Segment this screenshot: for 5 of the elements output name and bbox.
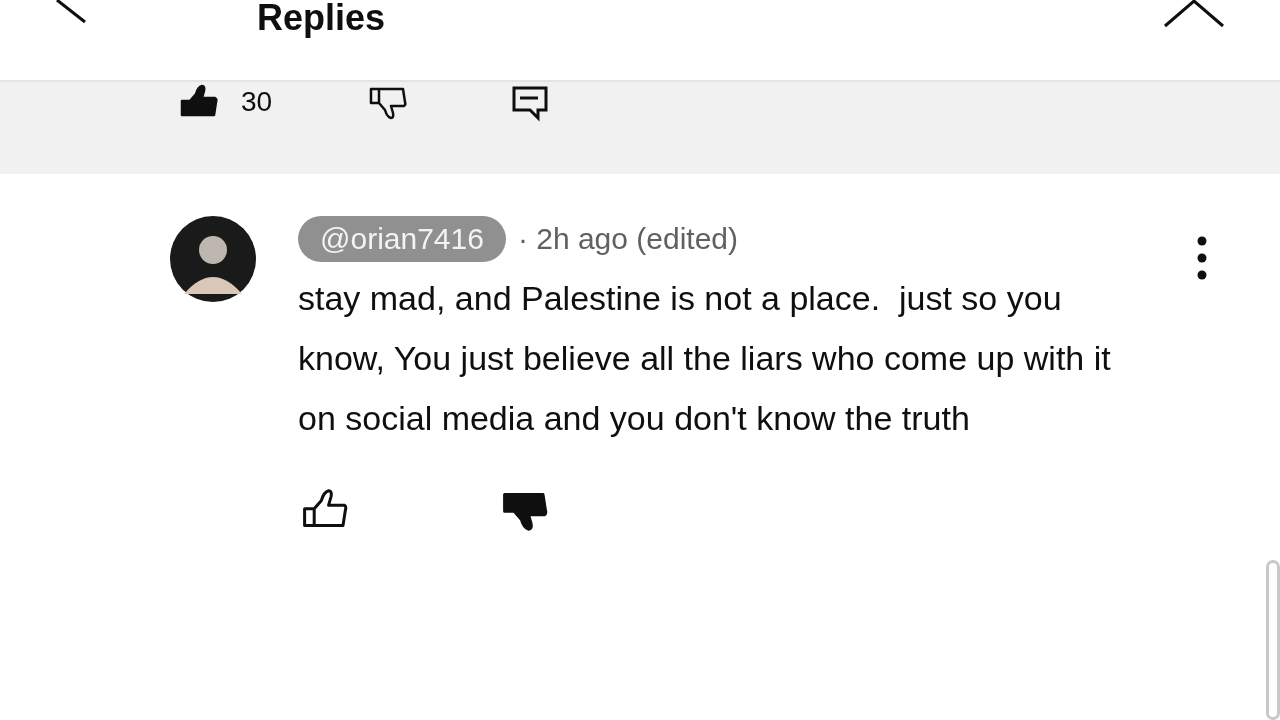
header-title: Replies <box>257 0 386 36</box>
comment-text: stay mad, and Palestine is not a place. just so you know, You just believe all the liars who come up with it on social media and you don't know the truth <box>298 278 1112 439</box>
comment-time: · 2h ago (edited) <box>517 222 739 256</box>
channel-handle[interactable]: @orian7416 <box>298 216 506 262</box>
like-count: 30 <box>241 86 273 118</box>
